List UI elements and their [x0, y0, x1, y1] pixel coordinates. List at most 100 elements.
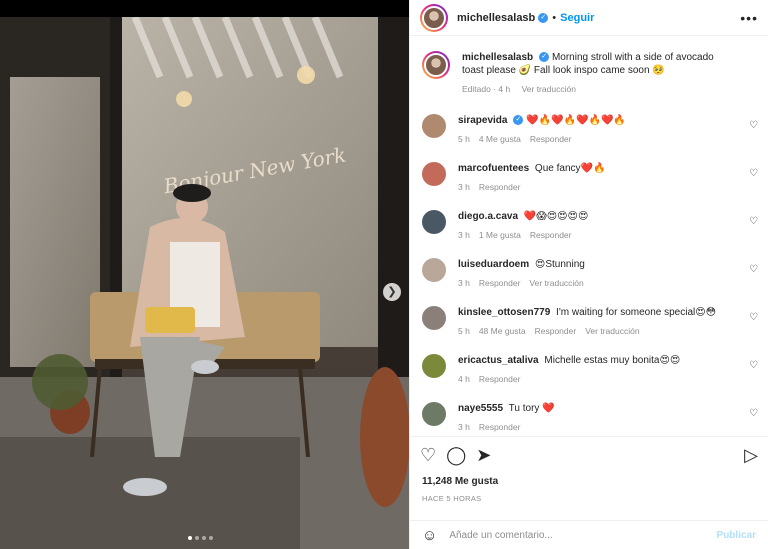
comment-like-heart-icon[interactable]: ♡ — [749, 360, 758, 371]
comment-reply-button[interactable]: Responder — [479, 278, 521, 288]
carousel-dot — [188, 536, 192, 540]
author-avatar[interactable] — [420, 3, 448, 32]
comment-like-heart-icon[interactable]: ♡ — [749, 264, 758, 275]
comment-body: kinslee_ottosen779 I'm waiting for someo… — [458, 306, 756, 346]
action-bar: ♡ ◯ ➤ ▷ — [410, 436, 768, 474]
comment-meta: 5 h 4 Me gusta Responder — [458, 133, 736, 146]
comment-text: ❤️🔥❤️🔥❤️🔥❤️🔥 — [526, 115, 626, 126]
comment-time: 3 h — [458, 278, 470, 288]
verified-badge-icon: ✓ — [539, 52, 550, 63]
bookmark-icon[interactable]: ▷ — [744, 445, 758, 466]
comment-item: kinslee_ottosen779 I'm waiting for someo… — [410, 298, 768, 346]
comment-translate-link[interactable]: Ver traducción — [529, 278, 583, 288]
caption-avatar[interactable] — [422, 51, 450, 79]
comment-time: 5 h — [458, 326, 470, 336]
post-caption: michellesalasb ✓ Morning stroll with a si… — [410, 37, 768, 96]
comment-body: marcofuentees Que fancy❤️🔥 3 h Responder — [458, 162, 756, 202]
comment-avatar[interactable] — [422, 114, 446, 138]
comment-username[interactable]: marcofuentees — [458, 163, 529, 174]
caption-body: michellesalasb ✓ Morning stroll with a si… — [462, 51, 756, 96]
comment-username[interactable]: ericactus_ataliva — [458, 355, 539, 366]
comment-meta: 3 h 1 Me gusta Responder — [458, 229, 736, 242]
comment-avatar[interactable] — [422, 258, 446, 282]
caption-username[interactable]: michellesalasb — [462, 52, 533, 63]
comment-text: ❤️😱😍😍😍😍 — [523, 211, 589, 222]
comment-time: 5 h — [458, 134, 470, 144]
caption-edited: Editado · 4 h — [462, 84, 511, 94]
comment-item: luiseduardoem 😍Stunning 3 h Responder Ver … — [410, 250, 768, 298]
comment-like-count[interactable]: 1 Me gusta — [479, 230, 521, 240]
post-photo-illustration: Bonjour New York — [0, 17, 409, 549]
more-options-icon[interactable]: ••• — [740, 10, 758, 26]
comment-like-heart-icon[interactable]: ♡ — [749, 168, 758, 179]
post-photo[interactable]: Bonjour New York ❯ — [0, 17, 409, 549]
comment-item: marcofuentees Que fancy❤️🔥 3 h Responder … — [410, 154, 768, 202]
comment-reply-button[interactable]: Responder — [479, 374, 521, 384]
post-time: HACE 5 HORAS — [422, 494, 482, 503]
comment-time: 3 h — [458, 182, 470, 192]
comment-item: ericactus_ataliva Michelle estas muy bon… — [410, 346, 768, 394]
comment-meta: 5 h 48 Me gusta Responder Ver traducción — [458, 325, 736, 338]
comment-like-heart-icon[interactable]: ♡ — [749, 120, 758, 131]
verified-badge-icon: ✓ — [513, 115, 524, 126]
comment-reply-button[interactable]: Responder — [530, 230, 572, 240]
comments-scroll-area[interactable]: michellesalasb ✓ Morning stroll with a si… — [410, 37, 768, 433]
instagram-post-modal: Bonjour New York ❯ michellesalasb ✓ • Se… — [0, 0, 768, 549]
caption-translate-link[interactable]: Ver traducción — [522, 84, 576, 94]
carousel-dot — [195, 536, 199, 540]
comment-like-count[interactable]: 48 Me gusta — [479, 326, 526, 336]
comment-body: diego.a.cava ❤️😱😍😍😍😍 3 h 1 Me gusta Respon… — [458, 210, 756, 250]
add-comment-bar: ☺ Añade un comentario... Publicar — [410, 520, 768, 549]
comment-avatar[interactable] — [422, 162, 446, 186]
post-side-panel: michellesalasb ✓ • Seguir ••• michellesa… — [409, 0, 768, 549]
comment-translate-link[interactable]: Ver traducción — [585, 326, 639, 336]
verified-badge-icon: ✓ — [538, 12, 549, 23]
comment-username[interactable]: kinslee_ottosen779 — [458, 307, 550, 318]
comment-body: sirapevida ✓ ❤️🔥❤️🔥❤️🔥❤️🔥 5 h 4 Me gusta Re… — [458, 114, 756, 154]
comment-avatar[interactable] — [422, 402, 446, 426]
comment-username[interactable]: diego.a.cava — [458, 211, 518, 222]
comment-icon[interactable]: ◯ — [446, 445, 466, 466]
comment-reply-button[interactable]: Responder — [535, 326, 577, 336]
comment-meta: 3 h Responder — [458, 181, 736, 194]
publish-button[interactable]: Publicar — [717, 530, 756, 541]
comment-meta: 4 h Responder — [458, 373, 736, 386]
comment-meta: 3 h Responder Ver traducción — [458, 277, 736, 290]
carousel-dot — [202, 536, 206, 540]
comment-text: 😍Stunning — [534, 259, 585, 270]
comment-time: 3 h — [458, 422, 470, 432]
comment-reply-button[interactable]: Responder — [530, 134, 572, 144]
comment-like-heart-icon[interactable]: ♡ — [749, 312, 758, 323]
emoji-icon[interactable]: ☺ — [422, 527, 437, 544]
comment-time: 3 h — [458, 230, 470, 240]
comment-username[interactable]: naye5555 — [458, 403, 503, 414]
comment-text: Michelle estas muy bonita😍😍 — [544, 355, 681, 366]
comment-list: sirapevida ✓ ❤️🔥❤️🔥❤️🔥❤️🔥 5 h 4 Me gusta Re… — [410, 106, 768, 433]
top-strip — [0, 0, 409, 17]
carousel-indicator — [188, 536, 213, 540]
comment-meta: 3 h Responder — [458, 421, 736, 433]
next-photo-button[interactable]: ❯ — [383, 283, 401, 301]
comment-input[interactable]: Añade un comentario... — [449, 530, 716, 541]
comment-like-heart-icon[interactable]: ♡ — [749, 408, 758, 419]
comment-avatar[interactable] — [422, 210, 446, 234]
comment-reply-button[interactable]: Responder — [479, 182, 521, 192]
comment-like-heart-icon[interactable]: ♡ — [749, 216, 758, 227]
comment-avatar[interactable] — [422, 306, 446, 330]
share-icon[interactable]: ➤ — [476, 445, 491, 466]
comment-text: Tu tory ❤️ — [508, 403, 555, 414]
like-count[interactable]: 11,248 Me gusta — [422, 476, 498, 487]
comment-item: naye5555 Tu tory ❤️ 3 h Responder ♡ — [410, 394, 768, 433]
comment-username[interactable]: sirapevida — [458, 115, 507, 126]
comment-reply-button[interactable]: Responder — [479, 422, 521, 432]
separator: • — [552, 11, 557, 24]
follow-button[interactable]: Seguir — [560, 12, 594, 24]
chevron-right-icon: ❯ — [387, 286, 397, 298]
author-username[interactable]: michellesalasb — [457, 12, 535, 24]
comment-body: luiseduardoem 😍Stunning 3 h Responder Ver … — [458, 258, 756, 298]
comment-like-count[interactable]: 4 Me gusta — [479, 134, 521, 144]
comment-username[interactable]: luiseduardoem — [458, 259, 529, 270]
comment-avatar[interactable] — [422, 354, 446, 378]
caption-meta: Editado · 4 h Ver traducción — [462, 83, 736, 96]
heart-icon[interactable]: ♡ — [420, 445, 436, 466]
